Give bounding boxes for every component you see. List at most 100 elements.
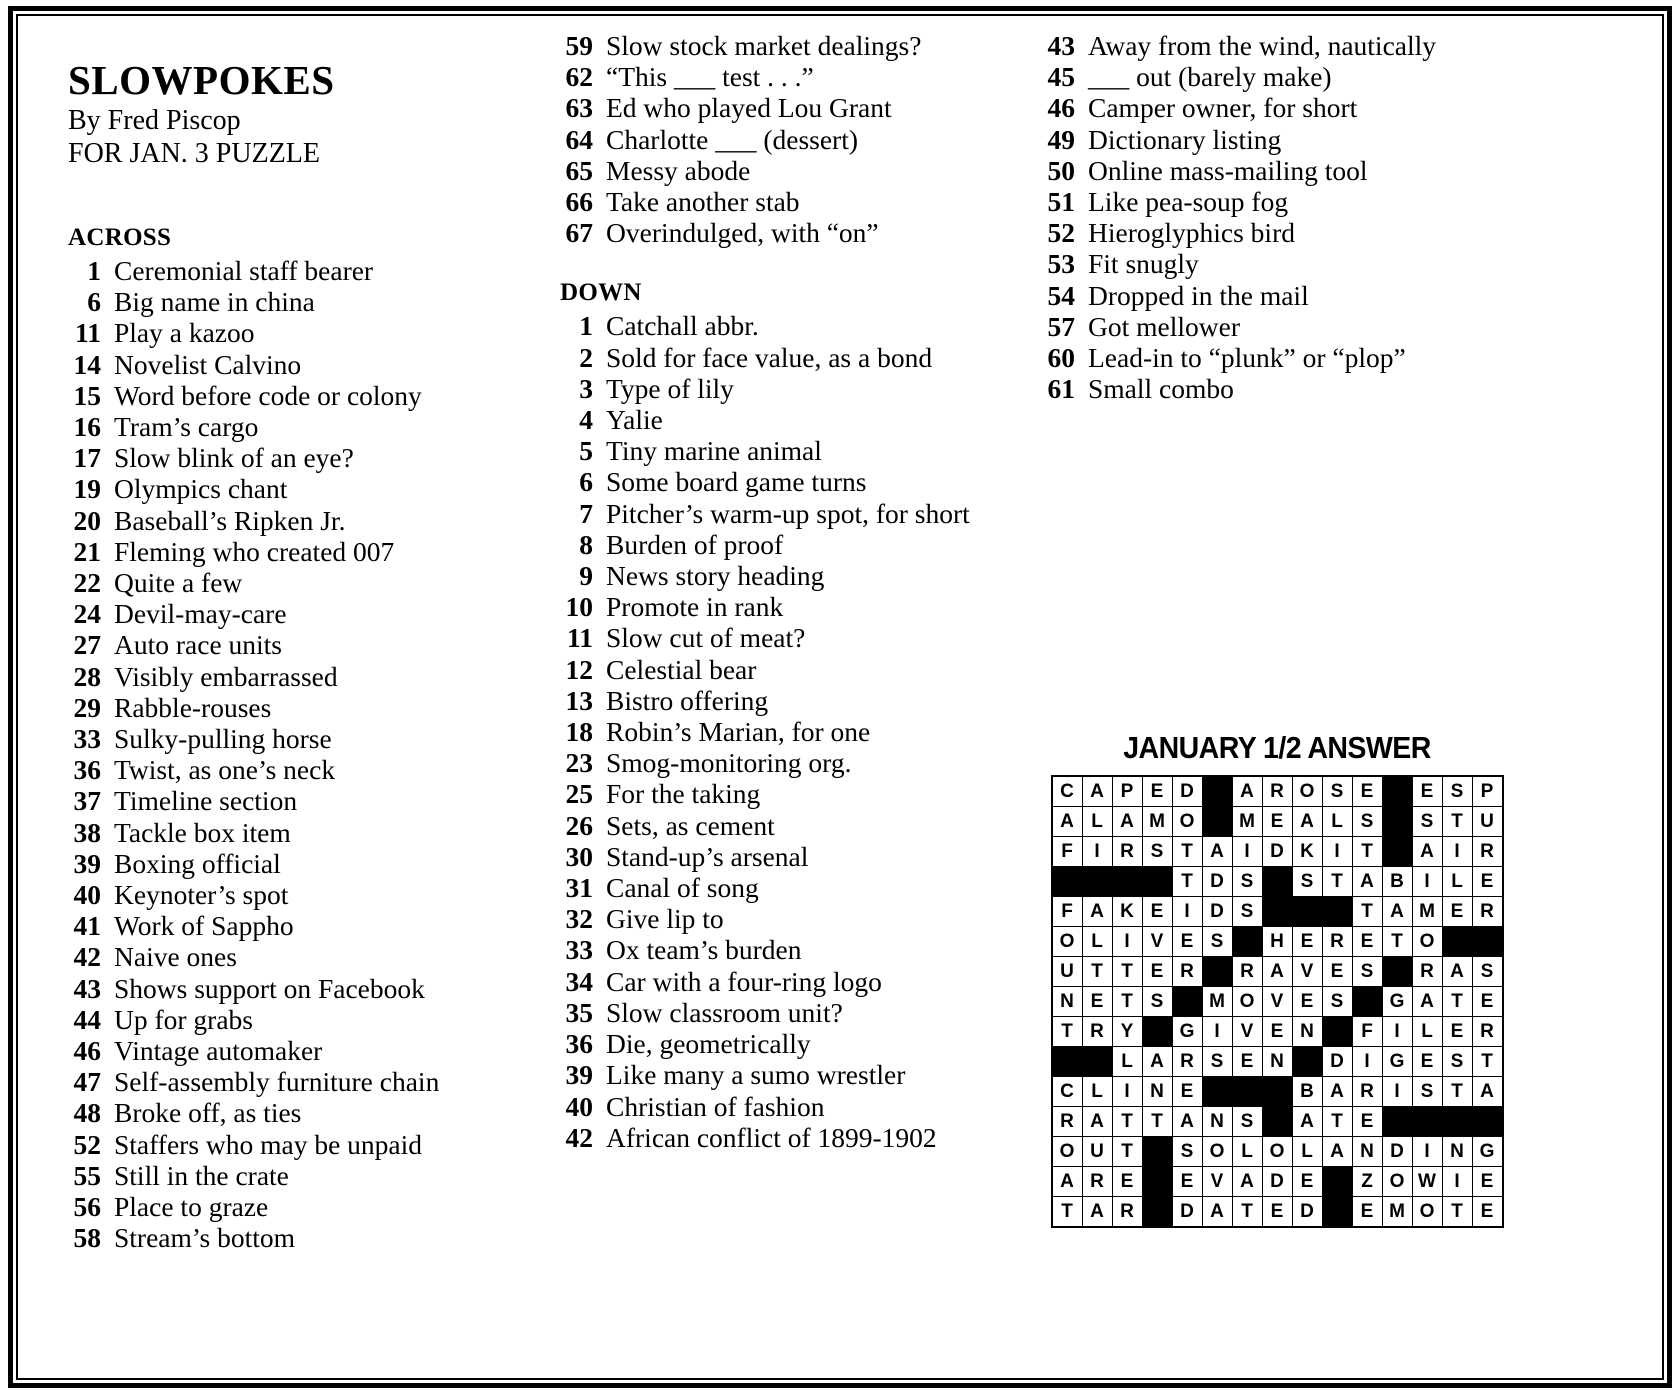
clue-row: 51 Like pea-soup fog xyxy=(1042,186,1542,217)
clue-number: 34 xyxy=(565,965,594,997)
clue-number: 56 xyxy=(73,1191,102,1223)
answer-grid-cell: F xyxy=(1051,836,1083,867)
answer-grid-cell: I xyxy=(1441,1166,1473,1197)
clue-text: Promote in rank xyxy=(606,591,784,623)
clue-row: 59 Slow stock market dealings? xyxy=(560,30,1050,61)
answer-grid-cell: T xyxy=(1321,1106,1353,1137)
answer-grid-cell: R xyxy=(1111,1196,1143,1228)
clue-row: 33 Ox team’s burden xyxy=(560,934,1050,965)
answer-grid-cell: E xyxy=(1351,1106,1383,1137)
clue-number: 30 xyxy=(565,840,594,872)
clue-text: Keynoter’s spot xyxy=(114,879,289,911)
answer-grid-cell: E xyxy=(1351,1196,1383,1228)
clue-text: Timeline section xyxy=(114,785,298,817)
answer-grid-cell: D xyxy=(1201,896,1233,927)
clue-text: Fit snugly xyxy=(1088,248,1199,280)
clue-number: 61 xyxy=(1047,373,1076,405)
answer-grid-cell: T xyxy=(1141,1106,1173,1137)
answer-grid-cell: T xyxy=(1081,956,1113,987)
answer-grid-cell: G xyxy=(1471,1136,1503,1167)
puzzle-date-line: FOR JAN. 3 PUZZLE xyxy=(68,138,321,169)
answer-grid-title: JANUARY 1/2 ANSWER xyxy=(1123,730,1431,765)
answer-grid-cell: M xyxy=(1411,896,1443,927)
answer-grid-cell: V xyxy=(1261,986,1293,1017)
answer-grid-cell: T xyxy=(1441,806,1473,837)
clue-column-right: 43 Away from the wind, nautically 45 ___ ou… xyxy=(1042,30,1542,404)
answer-grid-cell: A xyxy=(1081,1106,1113,1137)
clue-text: Got mellower xyxy=(1088,310,1240,342)
byline: By Fred Piscop xyxy=(68,105,241,136)
clue-text: Word before code or colony xyxy=(114,379,422,411)
clue-row: 16 Tram’s cargo xyxy=(68,411,568,442)
clue-number: 4 xyxy=(579,404,593,436)
answer-grid-cell: I xyxy=(1081,836,1113,867)
answer-grid-block xyxy=(1201,775,1233,807)
answer-grid-cell: T xyxy=(1351,896,1383,927)
answer-grid-block xyxy=(1381,806,1413,837)
answer-grid-row: TARDATEDEMOTE xyxy=(1051,1196,1503,1228)
answer-grid-row: RATTANSATE xyxy=(1051,1106,1503,1137)
answer-grid-cell: E xyxy=(1471,866,1503,897)
answer-grid-cell: T xyxy=(1231,1196,1263,1228)
answer-grid-cell: B xyxy=(1381,866,1413,897)
clue-text: Broke off, as ties xyxy=(114,1097,302,1129)
clue-text: Stand-up’s arsenal xyxy=(606,840,809,872)
answer-grid-block xyxy=(1261,896,1293,927)
crossword-clue-page: SLOWPOKES By Fred Piscop FOR JAN. 3 PUZZ… xyxy=(0,0,1680,1400)
answer-grid-cell: S xyxy=(1321,986,1353,1017)
answer-grid-cell: R xyxy=(1351,1076,1383,1107)
clue-row: 1 Catchall abbr. xyxy=(560,310,1050,341)
answer-grid-cell: A xyxy=(1291,806,1323,837)
answer-grid-cell: O xyxy=(1171,806,1203,837)
answer-grid-cell: R xyxy=(1321,926,1353,957)
clue-text: Tram’s cargo xyxy=(114,411,259,443)
answer-grid-cell: G xyxy=(1381,986,1413,1017)
clue-number: 15 xyxy=(73,379,102,411)
clue-text: News story heading xyxy=(606,560,825,592)
answer-grid-cell: L xyxy=(1081,806,1113,837)
answer-grid-cell: L xyxy=(1081,1076,1113,1107)
answer-grid-block xyxy=(1381,836,1413,867)
answer-grid-cell: E xyxy=(1441,1016,1473,1047)
answer-grid-cell: P xyxy=(1111,775,1143,807)
clue-row: 34 Car with a four-ring logo xyxy=(560,966,1050,997)
clue-text: Hieroglyphics bird xyxy=(1088,217,1295,249)
clue-text: Sulky-pulling horse xyxy=(114,723,332,755)
clue-row: 3 Type of lily xyxy=(560,373,1050,404)
answer-grid-cell: A xyxy=(1411,986,1443,1017)
answer-grid-cell: A xyxy=(1111,806,1143,837)
clue-row: 26 Sets, as cement xyxy=(560,810,1050,841)
clue-number: 13 xyxy=(565,684,594,716)
answer-grid-cell: T xyxy=(1441,1076,1473,1107)
clue-row: 1 Ceremonial staff bearer xyxy=(68,255,568,286)
answer-grid-block xyxy=(1141,1166,1173,1197)
clue-row: 64 Charlotte ___ (dessert) xyxy=(560,124,1050,155)
clue-number: 36 xyxy=(73,754,102,786)
answer-grid-cell: U xyxy=(1051,956,1083,987)
clue-text: Like pea-soup fog xyxy=(1088,186,1289,218)
answer-grid-cell: M xyxy=(1231,806,1263,837)
clue-text: Naive ones xyxy=(114,941,237,973)
clue-row: 5 Tiny marine animal xyxy=(560,435,1050,466)
clue-text: Give lip to xyxy=(606,903,724,935)
answer-grid-block xyxy=(1201,806,1233,837)
answer-grid-cell: C xyxy=(1051,1076,1083,1107)
clue-number: 18 xyxy=(565,716,594,748)
clue-text: Bistro offering xyxy=(606,684,769,716)
answer-grid-block xyxy=(1051,866,1083,897)
clue-text: Baseball’s Ripken Jr. xyxy=(114,504,346,536)
answer-grid-cell: N xyxy=(1141,1076,1173,1107)
clue-number: 24 xyxy=(73,598,102,630)
clue-number: 6 xyxy=(579,466,593,498)
answer-grid-cell: O xyxy=(1051,1136,1083,1167)
answer-grid-cell: A xyxy=(1231,775,1263,807)
clue-row: 11 Play a kazoo xyxy=(68,317,568,348)
answer-grid-cell: S xyxy=(1201,1046,1233,1077)
answer-grid-cell: S xyxy=(1321,775,1353,807)
clue-row: 56 Place to graze xyxy=(68,1191,568,1222)
answer-grid-cell: K xyxy=(1291,836,1323,867)
answer-grid-row: CLINEBARISTA xyxy=(1051,1076,1503,1107)
answer-grid-cell: O xyxy=(1411,926,1443,957)
clue-text: Small combo xyxy=(1088,373,1234,405)
answer-grid-row: CAPEDAROSEESP xyxy=(1051,775,1503,807)
